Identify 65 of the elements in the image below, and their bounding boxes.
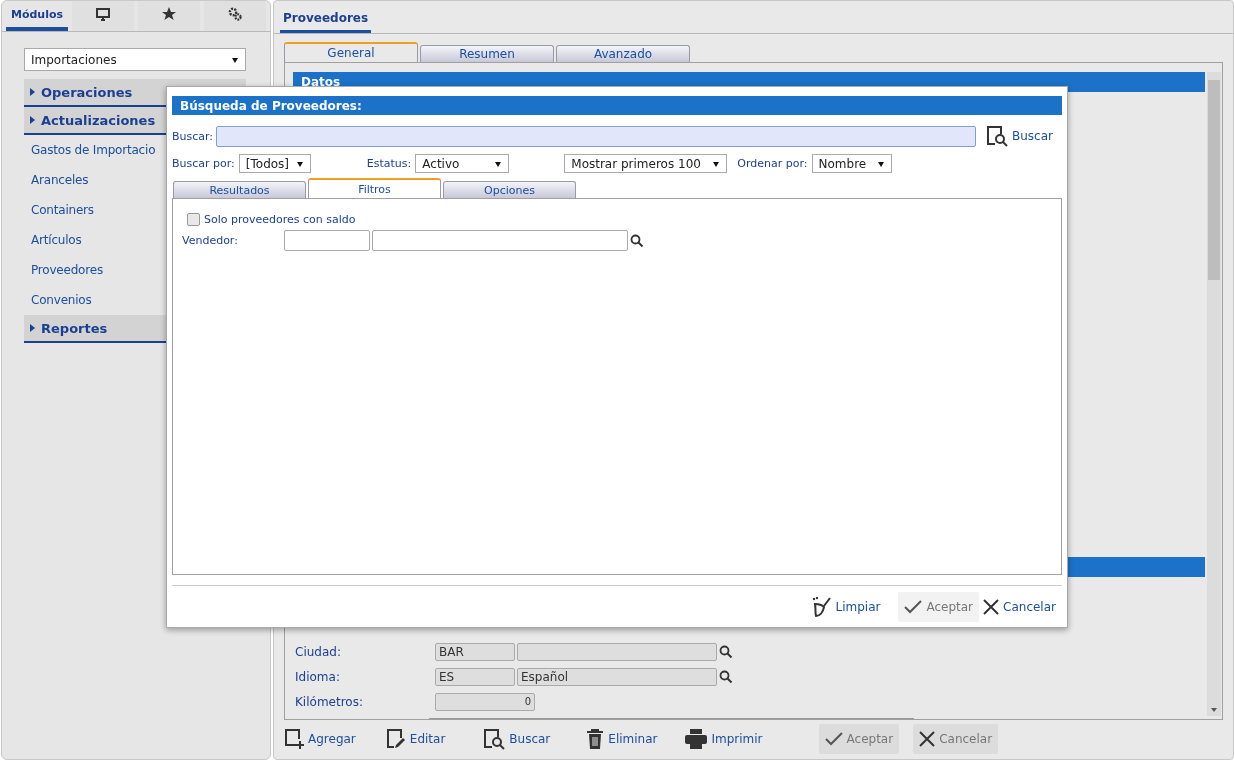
toolbar-button[interactable]: Eliminar [586, 724, 664, 755]
filter-select[interactable]: Mostrar primeros 100 [564, 154, 728, 173]
triangle-icon [876, 159, 885, 168]
add-icon [284, 728, 304, 751]
search-button[interactable]: Buscar [986, 125, 1062, 147]
tab[interactable]: Resumen [420, 44, 554, 62]
code-field[interactable]: ES [435, 667, 515, 686]
filter-label: Buscar por: [172, 157, 235, 170]
tab[interactable]: General [284, 41, 418, 62]
caret-icon [30, 88, 35, 96]
close-icon [919, 731, 936, 748]
triangle-icon [494, 159, 503, 168]
caret-icon [30, 116, 35, 124]
edit-icon [385, 728, 406, 751]
triangle-icon [231, 55, 239, 64]
name-field[interactable] [517, 642, 717, 661]
gears-icon [228, 7, 242, 21]
triangle-icon [712, 159, 721, 168]
dialog-button[interactable]: Limpiar [811, 591, 887, 622]
monitor-icon [96, 7, 110, 21]
filter-label: Estatus: [366, 157, 412, 170]
code-field[interactable]: BAR [435, 642, 515, 661]
name-field[interactable]: Español [517, 667, 717, 686]
check-icon [904, 599, 923, 614]
vendor-name-field[interactable] [372, 230, 628, 251]
printer-icon [685, 729, 708, 750]
field-label: Kilómetros: [294, 694, 364, 709]
search-icon[interactable] [719, 644, 733, 659]
toolbar-button[interactable]: Agregar [284, 724, 362, 755]
check-icon [824, 732, 843, 747]
search-field[interactable] [216, 125, 976, 147]
checkbox[interactable] [187, 213, 200, 226]
checkbox-label: Solo proveedores con saldo [204, 213, 356, 226]
filter-select[interactable]: Activo [415, 154, 510, 173]
tab[interactable]: Avanzado [556, 44, 690, 62]
vendor-code-field[interactable] [284, 230, 370, 251]
toolbar-button[interactable]: Imprimir [685, 724, 769, 755]
field-label: Idioma: [294, 669, 341, 684]
filter-select[interactable]: Nombre [811, 154, 892, 173]
tab[interactable]: Opciones [443, 181, 576, 198]
close-icon [983, 598, 1000, 615]
module-select[interactable]: Importaciones [24, 48, 246, 71]
triangle-icon [295, 159, 304, 168]
scrollbar[interactable] [1207, 71, 1221, 716]
search-icon[interactable] [630, 233, 644, 248]
filter-label: Ordenar por: [737, 157, 808, 170]
field-label: Ciudad: [294, 644, 342, 659]
search-icon [986, 125, 1008, 147]
toolbar-button[interactable]: Buscar [483, 724, 557, 755]
broom-icon [811, 596, 832, 617]
caret-icon [30, 324, 35, 332]
number-field[interactable]: 0 [435, 692, 535, 711]
field-label: Vendedor: [182, 234, 239, 247]
toolbar-button[interactable]: Editar [385, 724, 452, 755]
trash-icon [586, 729, 605, 750]
sidebar-tab[interactable] [72, 1, 134, 31]
tab[interactable]: Filtros [308, 178, 441, 198]
sidebar-tab[interactable] [138, 1, 200, 31]
tab[interactable]: Resultados [173, 181, 306, 198]
filter-select[interactable]: [Todos] [238, 154, 311, 173]
search-icon [483, 728, 506, 751]
dialog-title: Búsqueda de Proveedores: [172, 96, 1062, 115]
search-icon[interactable] [719, 669, 733, 684]
dialog-button[interactable]: Cancelar [983, 591, 1062, 622]
star-icon [162, 7, 176, 21]
